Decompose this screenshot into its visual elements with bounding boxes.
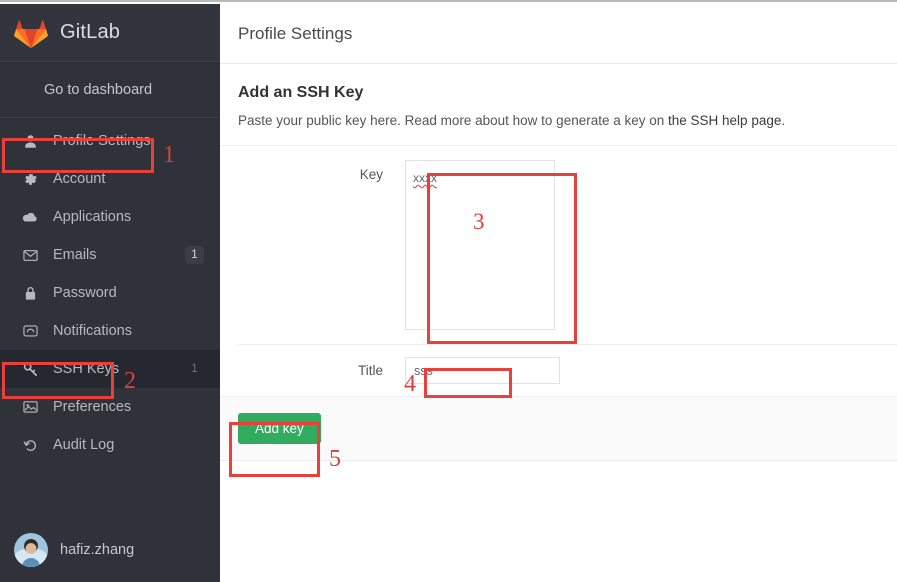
sidebar: GitLab Go to dashboard Profile Settings [0, 4, 220, 582]
sidebar-item-profile-settings[interactable]: Profile Settings [0, 122, 220, 160]
avatar [14, 533, 48, 567]
user-icon [20, 131, 40, 151]
sidebar-item-label: Notifications [53, 323, 132, 339]
description-text-after: . [781, 113, 786, 128]
key-label: Key [359, 167, 383, 182]
gitlab-profile-settings-window: GitLab Go to dashboard Profile Settings [0, 0, 897, 582]
brand-header[interactable]: GitLab [0, 4, 220, 62]
add-key-button[interactable]: Add key [238, 413, 321, 444]
gear-icon [20, 169, 40, 189]
go-to-dashboard-link[interactable]: Go to dashboard [0, 62, 220, 118]
ssh-key-section: Add an SSH Key Paste your public key her… [220, 64, 897, 145]
title-form-row: Title [220, 345, 897, 396]
sidebar-item-label: Emails [53, 247, 97, 263]
section-description: Paste your public key here. Read more ab… [238, 102, 879, 145]
ssh-help-page-link[interactable]: the SSH help page [668, 113, 781, 128]
cloud-icon [20, 207, 40, 227]
sidebar-item-label: Account [53, 171, 106, 187]
sidebar-item-applications[interactable]: Applications [0, 198, 220, 236]
sidebar-item-label: Preferences [53, 399, 132, 415]
history-icon [20, 435, 40, 455]
sidebar-item-ssh-keys[interactable]: SSH Keys 1 [0, 350, 220, 388]
inbox-icon [20, 321, 40, 341]
username-label: hafiz.zhang [60, 542, 135, 558]
description-text-before: Paste your public key here. Read more ab… [238, 113, 669, 128]
sidebar-nav: Profile Settings Account Applications Em… [0, 118, 220, 464]
gitlab-tanuki-icon [14, 16, 48, 50]
key-textarea[interactable] [405, 160, 555, 330]
form-footer: Add key [220, 396, 897, 461]
envelope-icon [20, 245, 40, 265]
annotation-number-3: 3 [473, 209, 485, 234]
image-icon [20, 397, 40, 417]
key-icon [20, 359, 40, 379]
sidebar-item-label: Profile Settings [53, 133, 151, 149]
sidebar-item-preferences[interactable]: Preferences [0, 388, 220, 426]
sidebar-item-account[interactable]: Account [0, 160, 220, 198]
sidebar-item-emails[interactable]: Emails 1 [0, 236, 220, 274]
add-ssh-key-form: Key Title Add key [220, 146, 897, 461]
sidebar-item-label: Audit Log [53, 437, 115, 453]
title-label: Title [357, 363, 383, 378]
section-title: Add an SSH Key [238, 84, 364, 101]
sidebar-item-label: Applications [53, 209, 132, 225]
sidebar-user-profile[interactable]: hafiz.zhang [0, 524, 220, 576]
key-form-row: Key [220, 146, 897, 344]
main-content: Profile Settings Add an SSH Key Paste yo… [220, 4, 897, 582]
sidebar-item-notifications[interactable]: Notifications [0, 312, 220, 350]
page-header: Profile Settings [220, 4, 897, 64]
page-title: Profile Settings [238, 23, 353, 43]
sidebar-item-label: SSH Keys [53, 361, 120, 377]
title-input[interactable] [405, 357, 560, 384]
brand-name: GitLab [60, 21, 121, 43]
sidebar-item-audit-log[interactable]: Audit Log [0, 426, 220, 464]
sidebar-item-label: Password [53, 285, 117, 301]
sidebar-badge-emails: 1 [185, 246, 204, 264]
go-to-dashboard-label: Go to dashboard [44, 81, 153, 98]
sidebar-badge-ssh-keys: 1 [191, 363, 198, 375]
lock-icon [20, 283, 40, 303]
sidebar-item-password[interactable]: Password [0, 274, 220, 312]
